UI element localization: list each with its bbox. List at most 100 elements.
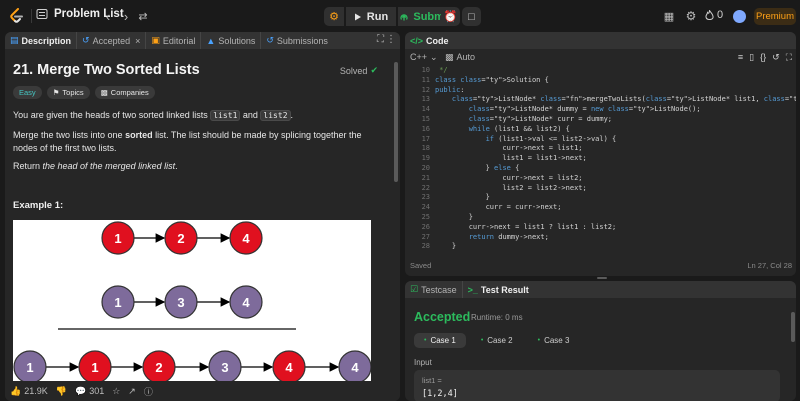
- shuffle-icon[interactable]: ⇄: [135, 8, 151, 24]
- braces-icon[interactable]: {}: [760, 52, 766, 63]
- leetcode-logo-icon[interactable]: [9, 8, 25, 24]
- avatar[interactable]: [733, 10, 746, 23]
- like-button[interactable]: 👍 21.9K: [10, 386, 48, 397]
- code-text: public:: [435, 85, 465, 94]
- expand-icon[interactable]: ⛶: [377, 34, 384, 45]
- code-line: 21 curr->next = list2;: [405, 174, 796, 184]
- svg-text:1: 1: [26, 360, 33, 375]
- tab-editorial[interactable]: ▣ Editorial: [146, 32, 202, 49]
- more-icon[interactable]: ⋮: [386, 34, 396, 45]
- expand-icon[interactable]: ⛶: [786, 52, 792, 63]
- comment-count: 301: [89, 386, 105, 396]
- code-line: 10 */: [405, 66, 796, 76]
- favorite-button[interactable]: ☆: [112, 386, 120, 397]
- code-text: }: [435, 193, 490, 202]
- comments-button[interactable]: 💬 301: [75, 386, 104, 397]
- editor-toolbar: C++ ⌄ ▩ Auto ≡ ▯ {} ↺ ⛶: [405, 49, 796, 65]
- code-line: 11 class class="ty">Solution {: [405, 76, 796, 86]
- alarm-icon[interactable]: ⏰: [441, 7, 460, 26]
- input-value: [1,2,4]: [422, 389, 458, 399]
- tag-pills: Easy ⚑ Topics ▩ Companies: [13, 86, 155, 99]
- svg-text:4: 4: [351, 360, 359, 375]
- code-line: 18 curr->next = list1;: [405, 144, 796, 154]
- reset-icon[interactable]: ↺: [772, 52, 780, 63]
- tab-code[interactable]: </> Code: [405, 32, 454, 49]
- lock-icon: ▩: [100, 88, 108, 97]
- code-text: }: [435, 242, 457, 251]
- tab-case-1[interactable]: • Case 1: [414, 333, 466, 348]
- dislike-button[interactable]: 👎: [56, 386, 67, 397]
- list-icon: [36, 9, 48, 19]
- description-panel: ▤ Description ↺ Accepted × ▣ Editorial ▲…: [5, 32, 400, 401]
- editor-actions: ≡ ▯ {} ↺ ⛶: [738, 52, 792, 63]
- tab-testcase[interactable]: ☑ Testcase: [405, 281, 463, 298]
- scrollbar[interactable]: [791, 312, 795, 342]
- list-node: 1: [101, 221, 135, 255]
- code-line: 28 }: [405, 242, 796, 252]
- fire-icon: [705, 9, 714, 20]
- close-icon[interactable]: ×: [135, 36, 140, 46]
- code-line: 22 list2 = list2->next;: [405, 184, 796, 194]
- format-icon[interactable]: ≡: [738, 52, 743, 63]
- line-number: 14: [421, 105, 430, 114]
- verdict: Accepted: [414, 310, 471, 324]
- tab-case-3[interactable]: • Case 3: [528, 333, 580, 348]
- code-text: while (list1 && list2) {: [468, 124, 570, 133]
- code-text: */: [435, 66, 448, 74]
- bug-icon: ⚙: [329, 11, 339, 23]
- list-node: 4: [272, 350, 306, 382]
- tab-case-2[interactable]: • Case 2: [471, 333, 523, 348]
- code-icon: </>: [410, 35, 424, 46]
- language-select[interactable]: C++ ⌄: [410, 52, 438, 63]
- line-number: 16: [421, 124, 430, 133]
- auto-mode[interactable]: ▩ Auto: [445, 52, 475, 63]
- layout-icon[interactable]: ▦: [661, 8, 677, 24]
- line-number: 22: [421, 183, 430, 192]
- topics-button[interactable]: ⚑ Topics: [46, 86, 90, 99]
- tab-solutions[interactable]: ▲ Solutions: [201, 32, 262, 49]
- chevron-right-icon[interactable]: ›: [118, 8, 134, 24]
- tab-accepted-label: Accepted: [92, 35, 131, 46]
- resize-handle[interactable]: [597, 277, 607, 279]
- svg-text:1: 1: [114, 295, 121, 310]
- thumbs-down-icon: 👎: [55, 385, 67, 396]
- code-line: 25 }: [405, 213, 796, 223]
- tab-accepted[interactable]: ↺ Accepted ×: [77, 32, 147, 49]
- case-tabs: • Case 1 • Case 2 • Case 3: [414, 333, 579, 348]
- companies-button[interactable]: ▩ Companies: [94, 86, 155, 99]
- tab-description-label: Description: [21, 35, 72, 46]
- line-number: 13: [421, 95, 430, 104]
- code-text: }: [435, 213, 473, 221]
- input-box: list1 = [1,2,4]: [414, 370, 780, 401]
- test-panel: ☑ Testcase >_ Test Result Accepted Runti…: [405, 281, 796, 401]
- note-icon[interactable]: □: [462, 7, 481, 26]
- line-number: 10: [421, 66, 430, 74]
- streak-counter[interactable]: 0: [705, 9, 723, 21]
- tab-submissions[interactable]: ↺ Submissions: [261, 32, 333, 49]
- code-text: curr = curr->next;: [435, 203, 562, 212]
- debug-button[interactable]: ⚙: [324, 7, 344, 26]
- tab-test-result[interactable]: >_ Test Result: [463, 281, 534, 298]
- code-text: list1 = list1->next;: [435, 154, 587, 163]
- run-label: Run: [366, 10, 389, 23]
- tab-code-label: Code: [426, 35, 449, 46]
- help-button[interactable]: ⓘ: [144, 385, 153, 398]
- tab-description[interactable]: ▤ Description: [5, 32, 78, 49]
- lock-icon: ▩: [445, 51, 454, 62]
- code-editor[interactable]: 10 */11 class class="ty">Solution {12 publ…: [405, 66, 796, 256]
- gear-icon[interactable]: ⚙: [683, 8, 699, 24]
- svg-text:4: 4: [285, 360, 293, 375]
- scrollbar[interactable]: [394, 62, 398, 182]
- example-title: Example 1:: [13, 200, 64, 211]
- list-node: 1: [13, 350, 47, 382]
- premium-button[interactable]: Premium: [754, 8, 796, 25]
- chevron-left-icon[interactable]: ‹: [100, 8, 116, 24]
- code-line: 15 class="ty">ListNode* curr = dummy;: [405, 115, 796, 125]
- input-variable: list1 =: [422, 376, 442, 385]
- line-number: 27: [421, 232, 430, 241]
- share-button[interactable]: ↗: [128, 386, 136, 397]
- run-button[interactable]: Run: [346, 7, 396, 26]
- list-node: 4: [338, 350, 371, 382]
- bookmark-icon[interactable]: ▯: [749, 52, 754, 63]
- line-number: 19: [421, 154, 430, 163]
